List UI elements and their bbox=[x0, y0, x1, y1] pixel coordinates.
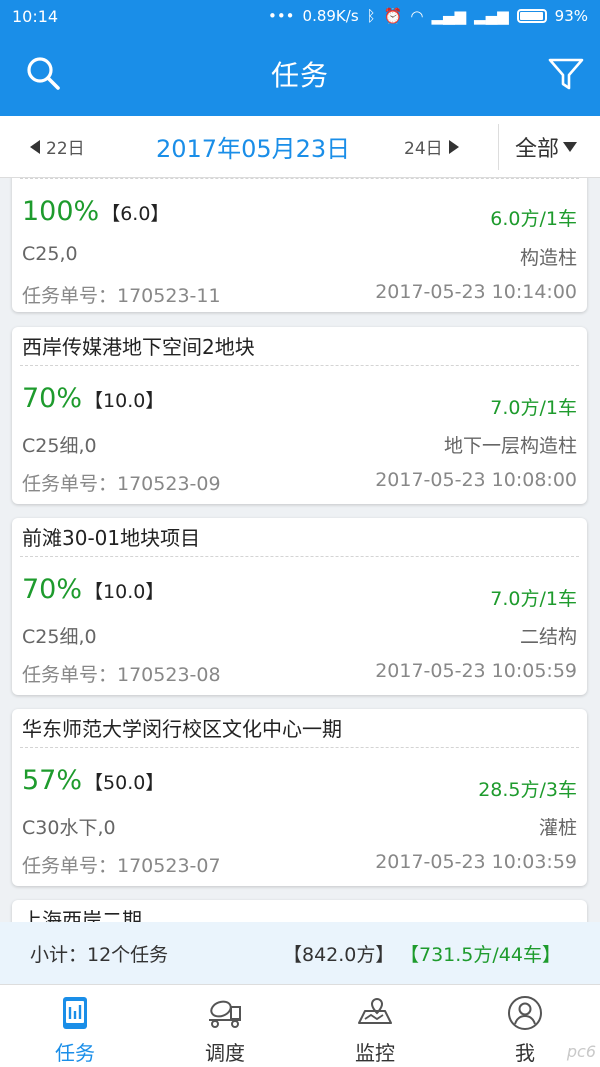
summary-bar: 小计：12个任务 【842.0方】 【731.5方/44车】 bbox=[0, 922, 600, 984]
nav-monitor-label: 监控 bbox=[355, 1041, 395, 1065]
task-card[interactable]: 前滩30-01地块项目 70% 【10.0】 7.0方/1车 C25细,0 二结构… bbox=[12, 518, 587, 695]
task-quantity: 【10.0】 bbox=[84, 390, 165, 412]
task-percent: 70% bbox=[22, 383, 83, 414]
status-bar: 10:14 ••• 0.89K/s ᛒ ⏰ ◠ ▂▄▆ ▂▄▆ 93% bbox=[0, 0, 600, 32]
task-part: 构造柱 bbox=[519, 247, 577, 269]
page-title: 任务 bbox=[270, 59, 329, 92]
user-icon bbox=[508, 996, 542, 1030]
battery-icon bbox=[516, 9, 547, 23]
task-grade: C25细,0 bbox=[22, 626, 97, 648]
task-grade: C25细,0 bbox=[22, 435, 97, 457]
map-icon bbox=[358, 997, 392, 1024]
task-time: 2017-05-23 10:08:00 bbox=[375, 469, 577, 491]
task-time: 2017-05-23 10:14:00 bbox=[375, 281, 577, 303]
task-number: 任务单号：170523-08 bbox=[22, 664, 221, 686]
app-header: 任务 bbox=[0, 32, 600, 116]
divider bbox=[20, 747, 579, 748]
mixer-truck-icon bbox=[209, 1000, 241, 1028]
search-icon[interactable] bbox=[24, 54, 64, 94]
task-number: 任务单号：170523-07 bbox=[22, 855, 221, 877]
nav-tasks[interactable]: 任务 bbox=[0, 985, 150, 1067]
nav-monitor[interactable]: 监控 bbox=[300, 985, 450, 1067]
task-project: 华东师范大学闵行校区文化中心一期 bbox=[22, 717, 342, 741]
current-date[interactable]: 2017年05月23日 bbox=[156, 129, 350, 164]
nav-dispatch-label: 调度 bbox=[205, 1041, 245, 1065]
divider bbox=[20, 365, 579, 366]
task-project: 前滩30-01地块项目 bbox=[22, 526, 201, 550]
status-filter-dropdown[interactable]: 全部 bbox=[515, 131, 578, 163]
task-quantity: 【10.0】 bbox=[84, 581, 165, 603]
divider bbox=[20, 178, 579, 179]
task-progress: 70% 【10.0】 bbox=[22, 383, 164, 414]
arrow-left-icon bbox=[30, 139, 40, 154]
task-icon bbox=[63, 997, 87, 1029]
task-time: 2017-05-23 10:03:59 bbox=[375, 851, 577, 873]
task-grade: C30水下,0 bbox=[22, 817, 116, 839]
task-project: 上海西岸二期 bbox=[22, 908, 142, 922]
task-progress: 70% 【10.0】 bbox=[22, 574, 164, 605]
next-day-button[interactable]: 24日 bbox=[404, 134, 459, 159]
bottom-nav: 任务 调度 监控 我 pc6 bbox=[0, 984, 600, 1067]
task-percent: 57% bbox=[22, 765, 83, 796]
task-part: 二结构 bbox=[519, 626, 577, 648]
watermark: pc6 bbox=[566, 1042, 596, 1061]
task-quantity: 【6.0】 bbox=[101, 203, 170, 225]
task-volume: 6.0方/1车 bbox=[490, 208, 577, 230]
task-card[interactable]: 华东师范大学闵行校区文化中心一期 57% 【50.0】 28.5方/3车 C30水… bbox=[12, 709, 587, 886]
task-card[interactable]: 上海西岸二期 bbox=[12, 900, 587, 922]
more-icon: ••• bbox=[267, 7, 295, 25]
alarm-icon: ⏰ bbox=[383, 7, 403, 25]
status-indicators: ••• 0.89K/s ᛒ ⏰ ◠ ▂▄▆ ▂▄▆ 93% bbox=[268, 7, 588, 25]
task-progress: 100% 【6.0】 bbox=[22, 196, 169, 227]
prev-day-button[interactable]: 22日 bbox=[30, 134, 85, 159]
task-volume: 7.0方/1车 bbox=[490, 588, 577, 610]
filter-icon[interactable] bbox=[546, 54, 586, 94]
date-bar: 22日 2017年05月23日 24日 全部 bbox=[0, 116, 600, 178]
task-card[interactable]: 100% 【6.0】 6.0方/1车 C25,0 构造柱 任务单号：170523-… bbox=[12, 178, 587, 312]
status-time: 10:14 bbox=[12, 6, 59, 26]
wifi-icon: ◠ bbox=[410, 7, 424, 25]
task-part: 地下一层构造柱 bbox=[443, 435, 577, 457]
task-quantity: 【50.0】 bbox=[84, 772, 165, 794]
arrow-right-icon bbox=[448, 139, 459, 154]
task-volume: 7.0方/1车 bbox=[490, 397, 577, 419]
nav-dispatch[interactable]: 调度 bbox=[150, 985, 300, 1067]
divider bbox=[20, 556, 579, 557]
task-time: 2017-05-23 10:05:59 bbox=[375, 660, 577, 682]
task-grade: C25,0 bbox=[22, 243, 78, 265]
task-project: 西岸传媒港地下空间2地块 bbox=[22, 335, 255, 359]
network-speed: 0.89K/s bbox=[302, 7, 359, 25]
task-percent: 100% bbox=[22, 196, 100, 227]
task-list[interactable]: 100% 【6.0】 6.0方/1车 C25,0 构造柱 任务单号：170523-… bbox=[0, 178, 600, 922]
nav-me-label: 我 bbox=[515, 1041, 535, 1065]
task-card[interactable]: 西岸传媒港地下空间2地块 70% 【10.0】 7.0方/1车 C25细,0 地下… bbox=[12, 327, 587, 504]
task-percent: 70% bbox=[22, 574, 83, 605]
nav-tasks-label: 任务 bbox=[55, 1041, 95, 1065]
next-day-label: 24日 bbox=[404, 139, 443, 159]
divider bbox=[498, 124, 499, 170]
task-part: 灌桩 bbox=[538, 817, 577, 839]
task-number: 任务单号：170523-09 bbox=[22, 473, 221, 495]
prev-day-label: 22日 bbox=[46, 139, 85, 159]
task-number: 任务单号：170523-11 bbox=[22, 285, 221, 307]
battery-percent: 93% bbox=[554, 7, 588, 25]
status-filter-label: 全部 bbox=[515, 136, 560, 162]
task-volume: 28.5方/3车 bbox=[478, 779, 577, 801]
summary-done: 【731.5方/44车】 bbox=[400, 943, 561, 966]
signal-icon: ▂▄▆ bbox=[431, 7, 467, 25]
summary-count: 小计：12个任务 bbox=[30, 943, 169, 966]
task-progress: 57% 【50.0】 bbox=[22, 765, 164, 796]
dropdown-arrow-icon bbox=[563, 141, 578, 152]
signal-4g-icon: ▂▄▆ bbox=[474, 7, 509, 25]
bluetooth-icon: ᛒ bbox=[366, 7, 376, 25]
summary-total: 【842.0方】 bbox=[283, 943, 395, 966]
